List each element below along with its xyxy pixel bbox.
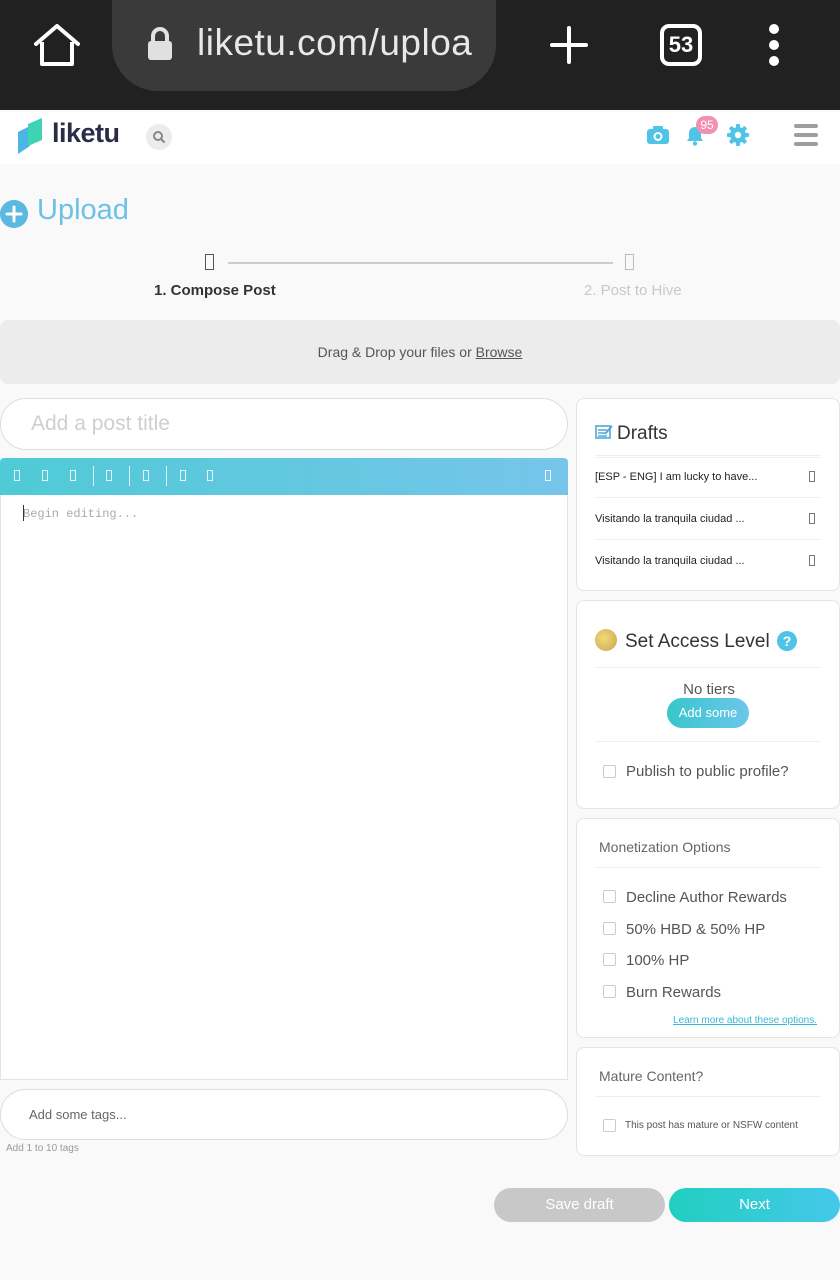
image-button[interactable] — [207, 470, 213, 481]
logo-icon[interactable] — [16, 116, 44, 156]
italic-button[interactable] — [42, 470, 48, 481]
mature-content-panel: Mature Content? This post has mature or … — [576, 1047, 840, 1156]
post-body-editor[interactable]: Begin editing... — [0, 495, 568, 1080]
gear-icon[interactable] — [725, 122, 751, 148]
search-button[interactable] — [146, 124, 172, 150]
address-bar[interactable]: liketu.com/uploa — [112, 0, 496, 91]
monetization-divider — [595, 867, 821, 868]
notification-badge: 95 — [696, 116, 718, 134]
add-some-button[interactable]: Add some — [667, 698, 749, 728]
access-divider — [595, 667, 821, 668]
no-tiers-text: No tiers — [683, 681, 735, 698]
monetization-heading: Monetization Options — [599, 839, 731, 855]
file-dropzone[interactable]: Drag & Drop your files or Browse — [0, 320, 840, 384]
brand-name[interactable]: liketu — [52, 118, 120, 149]
decline-rewards-checkbox[interactable] — [603, 890, 616, 903]
kebab-menu-icon[interactable] — [766, 24, 782, 66]
hbd-hp-label: 50% HBD & 50% HP — [626, 921, 766, 938]
help-icon[interactable]: ? — [777, 631, 797, 651]
coin-icon — [595, 629, 617, 651]
tabs-icon[interactable]: 53 — [660, 24, 702, 66]
draft-title: [ESP - ENG] I am lucky to have... — [595, 471, 758, 483]
tags-input[interactable]: Add some tags... — [0, 1089, 568, 1140]
mature-label: This post has mature or NSFW content — [625, 1120, 798, 1131]
camera-icon[interactable] — [645, 122, 671, 148]
decline-rewards-label: Decline Author Rewards — [626, 889, 787, 906]
post-title-input[interactable] — [0, 398, 568, 450]
url-text: liketu.com/uploa — [197, 22, 473, 63]
access-level-panel: Set Access Level ? No tiers Add some Pub… — [576, 600, 840, 809]
browser-toolbar: liketu.com/uploa 53 — [0, 0, 840, 110]
step-2-icon — [625, 254, 634, 270]
draft-item[interactable]: Visitando la tranquila ciudad ... — [595, 497, 821, 539]
mature-checkbox[interactable] — [603, 1119, 616, 1132]
burn-rewards-checkbox[interactable] — [603, 985, 616, 998]
hbd-hp-checkbox[interactable] — [603, 922, 616, 935]
quote-button[interactable] — [106, 470, 112, 481]
access-title: Set Access Level — [625, 631, 770, 652]
save-draft-button[interactable]: Save draft — [494, 1188, 665, 1222]
full-hp-checkbox[interactable] — [603, 953, 616, 966]
publish-public-checkbox[interactable] — [603, 765, 616, 778]
burn-rewards-label: Burn Rewards — [626, 984, 722, 1001]
toolbar-divider — [129, 466, 130, 486]
learn-more-link[interactable]: Learn more about these options. — [673, 1015, 817, 1026]
access-divider — [595, 741, 821, 742]
preview-button[interactable] — [545, 470, 551, 481]
new-tab-icon[interactable] — [550, 26, 588, 64]
step-1-icon — [205, 254, 214, 270]
list-button[interactable] — [143, 470, 149, 481]
add-circle-icon — [0, 200, 28, 228]
step-2-label: 2. Post to Hive — [584, 282, 682, 299]
draft-title: Visitando la tranquila ciudad ... — [595, 513, 745, 525]
home-icon[interactable] — [32, 22, 82, 68]
editor-placeholder: Begin editing... — [23, 507, 139, 521]
bold-button[interactable] — [14, 470, 20, 481]
step-1-label: 1. Compose Post — [154, 282, 276, 299]
delete-draft-icon[interactable] — [809, 513, 815, 524]
drafts-title: Drafts — [617, 423, 668, 444]
stepper-line — [228, 262, 613, 264]
link-button[interactable] — [180, 470, 186, 481]
editor-toolbar — [0, 458, 568, 495]
drafts-heading: Drafts — [595, 423, 668, 445]
lock-icon — [148, 27, 172, 60]
delete-draft-icon[interactable] — [809, 471, 815, 482]
drafts-icon — [595, 425, 613, 439]
draft-item[interactable]: [ESP - ENG] I am lucky to have... — [595, 455, 821, 497]
browse-link[interactable]: Browse — [476, 344, 523, 360]
delete-draft-icon[interactable] — [809, 555, 815, 566]
search-icon — [153, 131, 165, 143]
app-header: liketu 95 — [0, 112, 840, 164]
mature-heading: Mature Content? — [599, 1068, 704, 1084]
full-hp-label: 100% HP — [626, 952, 690, 969]
dropzone-text: Drag & Drop your files or — [317, 344, 476, 360]
publish-public-label: Publish to public profile? — [626, 763, 789, 780]
drafts-panel: Drafts [ESP - ENG] I am lucky to have...… — [576, 398, 840, 591]
hamburger-menu-icon[interactable] — [794, 124, 818, 146]
monetization-panel: Monetization Options Decline Author Rewa… — [576, 818, 840, 1038]
draft-item[interactable]: Visitando la tranquila ciudad ... — [595, 539, 821, 581]
toolbar-divider — [93, 466, 94, 486]
next-button[interactable]: Next — [669, 1188, 840, 1222]
page-title-text: Upload — [37, 194, 129, 226]
draft-title: Visitando la tranquila ciudad ... — [595, 555, 745, 567]
tags-hint: Add 1 to 10 tags — [6, 1143, 79, 1154]
toolbar-divider — [166, 466, 167, 486]
heading-button[interactable] — [70, 470, 76, 481]
mature-divider — [595, 1096, 821, 1097]
access-heading: Set Access Level — [595, 629, 770, 653]
